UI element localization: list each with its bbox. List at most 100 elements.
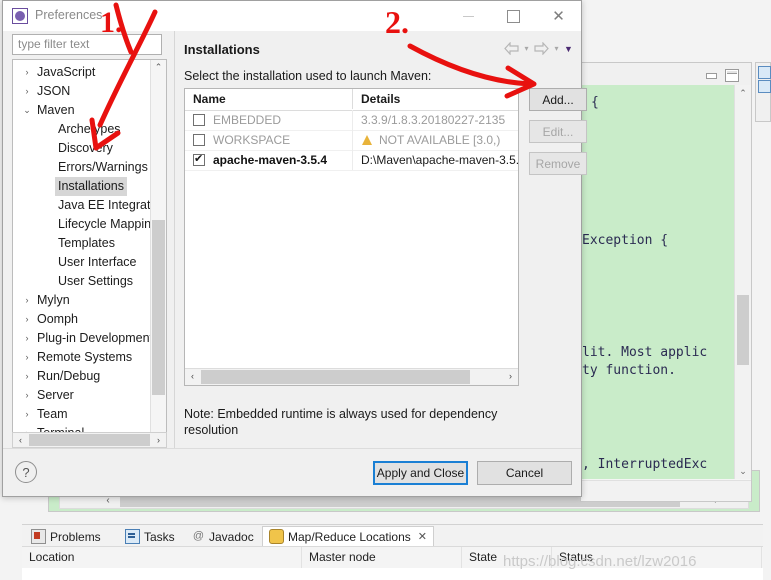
tab-problems[interactable]: Problems [24, 526, 108, 546]
chevron-right-icon[interactable]: › [21, 82, 33, 101]
code-line: lit. Most applic [582, 345, 708, 360]
problems-icon [31, 529, 46, 544]
minimize-icon[interactable] [705, 69, 717, 80]
tab-map-reduce-locations[interactable]: Map/Reduce Locations ✕ [262, 526, 434, 546]
pane-navigation: ▾ ▾ ▼ [504, 42, 573, 55]
tree-item-discovery[interactable]: Discovery [13, 139, 166, 158]
forward-dropdown-caret-icon[interactable]: ▾ [552, 44, 561, 53]
remove-button[interactable]: Remove [529, 152, 587, 175]
code-line: { [591, 95, 599, 110]
note-text: Note: Embedded runtime is always used fo… [184, 407, 498, 437]
scroll-down-icon[interactable]: ⌄ [735, 463, 751, 479]
chevron-down-icon[interactable]: ▼ [564, 44, 573, 54]
maximize-icon[interactable] [725, 69, 739, 82]
scroll-up-icon[interactable]: ⌃ [735, 85, 751, 101]
dialog-title: Preferences [35, 8, 103, 22]
tree-item-archetypes[interactable]: Archetypes [13, 120, 166, 139]
tree-item-user-settings[interactable]: User Settings [13, 272, 166, 291]
tree-item-maven[interactable]: ⌄ Maven [13, 101, 166, 120]
scroll-left-icon[interactable]: ‹ [13, 433, 28, 447]
preferences-dialog: Preferences ✕ type filter text › JavaScr… [2, 0, 587, 497]
table-action-buttons: Add... Edit... Remove [529, 88, 587, 184]
view-tabs: Problems Tasks @ Javadoc Map/Reduce Loca… [22, 525, 763, 546]
scroll-thumb[interactable] [201, 370, 470, 384]
tree-item-plug-in-development[interactable]: › Plug-in Development [13, 329, 166, 348]
tree-item-mylyn[interactable]: › Mylyn [13, 291, 166, 310]
code-line: ty function. [582, 363, 676, 378]
tree-item-remote-systems[interactable]: › Remote Systems [13, 348, 166, 367]
back-arrow-icon[interactable] [504, 42, 519, 55]
mapreduce-icon [269, 529, 284, 544]
scroll-thumb[interactable] [152, 220, 165, 395]
table-row[interactable]: EMBEDDED 3.3.9/1.8.3.20180227-2135 [185, 110, 518, 131]
tree-item-javascript[interactable]: › JavaScript [13, 63, 166, 82]
close-button[interactable]: ✕ [536, 1, 581, 31]
preferences-tree[interactable]: › JavaScript › JSON ⌄ Maven Archetypes D… [12, 59, 167, 449]
chevron-right-icon[interactable]: › [21, 367, 33, 386]
column-header-details[interactable]: Details [353, 89, 518, 109]
chevron-right-icon[interactable]: › [21, 348, 33, 367]
tree-item-team[interactable]: › Team [13, 405, 166, 424]
table-horizontal-scrollbar[interactable]: ‹ › [185, 368, 518, 385]
column-header-location[interactable]: Location [22, 547, 302, 568]
tree-horizontal-scrollbar[interactable]: ‹ › [12, 432, 167, 448]
edit-button[interactable]: Edit... [529, 120, 587, 143]
tree-item-user-interface[interactable]: User Interface [13, 253, 166, 272]
minimize-button[interactable] [446, 1, 491, 31]
table-row[interactable]: apache-maven-3.5.4 D:\Maven\apache-maven… [185, 150, 518, 171]
scroll-up-icon[interactable]: ⌃ [151, 60, 166, 75]
tab-tasks[interactable]: Tasks [118, 526, 182, 546]
help-icon[interactable]: ? [15, 461, 37, 483]
scroll-thumb[interactable] [29, 434, 150, 446]
apply-and-close-button[interactable]: Apply and Close [373, 461, 468, 485]
javadoc-icon: @ [192, 530, 205, 542]
tree-vertical-scrollbar[interactable]: ⌃ ⌄ [150, 60, 166, 448]
scroll-thumb[interactable] [737, 295, 749, 365]
chevron-right-icon[interactable]: › [21, 405, 33, 424]
scroll-left-icon[interactable]: ‹ [185, 369, 200, 385]
back-dropdown-caret-icon[interactable]: ▾ [522, 44, 531, 53]
column-header-master-node[interactable]: Master node [302, 547, 462, 568]
installations-table[interactable]: Name Details EMBEDDED 3.3.9/1.8.3.201802… [184, 88, 519, 386]
tree-item-lifecycle-mapping[interactable]: Lifecycle Mapping [13, 215, 166, 234]
scroll-right-icon[interactable]: › [503, 369, 518, 385]
add-button[interactable]: Add... [529, 88, 587, 111]
tree-item-server[interactable]: › Server [13, 386, 166, 405]
tree-item-templates[interactable]: Templates [13, 234, 166, 253]
chevron-right-icon[interactable]: › [21, 63, 33, 82]
tasks-icon [125, 529, 140, 544]
close-icon[interactable]: ✕ [418, 530, 427, 543]
filter-input[interactable]: type filter text [12, 34, 162, 55]
editor-vertical-scrollbar[interactable]: ⌃ ⌄ [734, 85, 751, 479]
maximize-button[interactable] [491, 1, 536, 31]
table-header: Name Details [185, 89, 518, 111]
view-icon[interactable] [758, 80, 771, 93]
chevron-right-icon[interactable]: › [21, 329, 33, 348]
table-row[interactable]: WORKSPACE NOT AVAILABLE [3.0,) [185, 130, 518, 151]
chevron-right-icon[interactable]: › [21, 386, 33, 405]
cell-name: EMBEDDED [185, 110, 353, 130]
view-icon[interactable] [758, 66, 771, 79]
editor-inner-hscrollbar[interactable] [581, 480, 751, 501]
tab-javadoc[interactable]: @ Javadoc [185, 526, 261, 546]
forward-arrow-icon[interactable] [534, 42, 549, 55]
column-header-name[interactable]: Name [185, 89, 353, 109]
tree-item-errors-warnings[interactable]: Errors/Warnings [13, 158, 166, 177]
cancel-button[interactable]: Cancel [477, 461, 572, 485]
bottom-view-stack: Problems Tasks @ Javadoc Map/Reduce Loca… [22, 524, 763, 580]
tree-item-java-ee-integration[interactable]: Java EE Integration [13, 196, 166, 215]
tree-item-label: Server [37, 388, 74, 402]
tree-item-run-debug[interactable]: › Run/Debug [13, 367, 166, 386]
chevron-right-icon[interactable]: › [21, 310, 33, 329]
tree-item-json[interactable]: › JSON [13, 82, 166, 101]
tab-label: Javadoc [209, 529, 254, 544]
tree-item-installations[interactable]: Installations [13, 177, 166, 196]
cell-details: D:\Maven\apache-maven-3.5.4 [361, 153, 518, 167]
preferences-icon [12, 8, 28, 24]
code-text-area[interactable]: { Exception { lit. Most applic ty functi… [581, 85, 751, 479]
tree-item-oomph[interactable]: › Oomph [13, 310, 166, 329]
scroll-right-icon[interactable]: › [151, 433, 166, 447]
minimized-view-stack[interactable] [755, 62, 771, 122]
chevron-right-icon[interactable]: › [21, 291, 33, 310]
chevron-down-icon[interactable]: ⌄ [21, 101, 33, 120]
